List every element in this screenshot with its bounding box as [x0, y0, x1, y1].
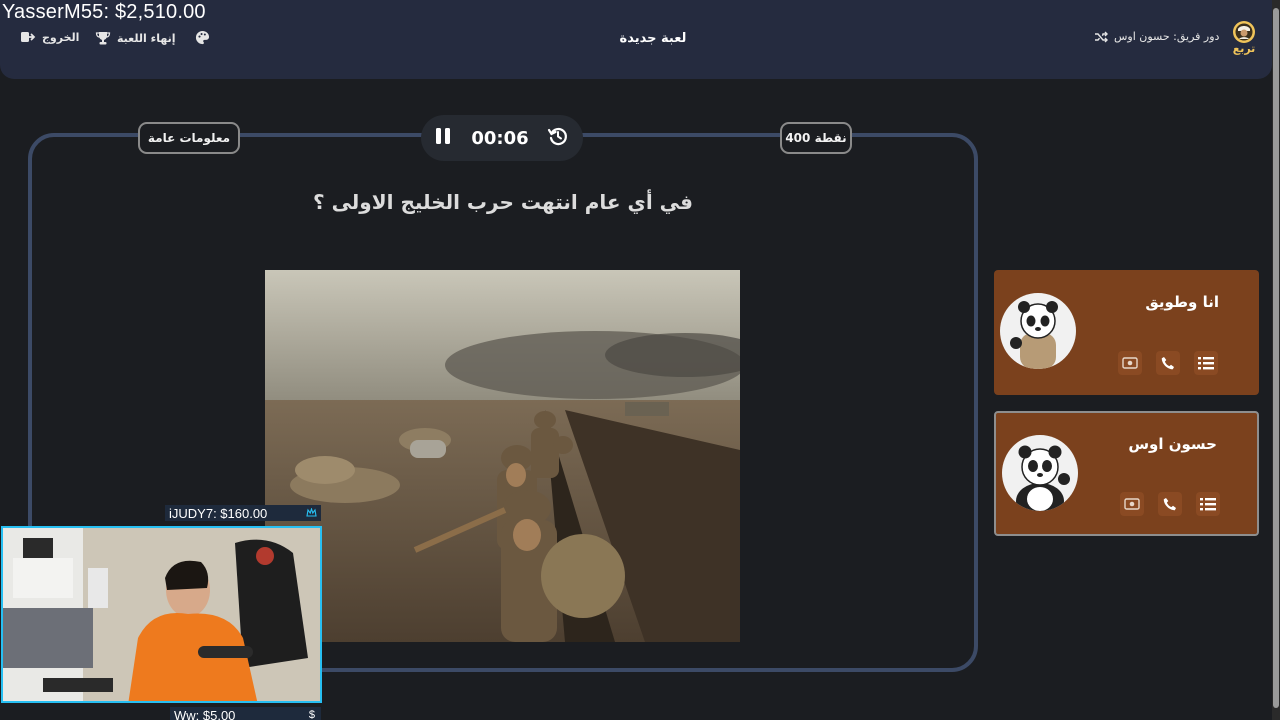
donation-bottom-text: Ww: $5.00 — [174, 707, 236, 720]
team-1-name: انا وطويق — [1145, 293, 1219, 311]
team-2-tools — [1120, 492, 1220, 516]
team-1-list-tool[interactable] — [1194, 351, 1218, 375]
page-title: لعبة جديدة — [619, 31, 687, 46]
phone-icon — [1163, 498, 1176, 511]
team-1-call-tool[interactable] — [1156, 351, 1180, 375]
swap-icon — [1124, 498, 1140, 510]
team-card-2[interactable]: حسون اوس — [994, 411, 1259, 536]
page-scrollbar[interactable] — [1272, 0, 1280, 720]
points-badge: 400 نقطة — [780, 122, 852, 154]
app-logo[interactable]: تربع — [1229, 18, 1259, 60]
donation-label-bottom: Ww: $5.00 $ — [170, 707, 321, 720]
history-icon — [547, 127, 567, 146]
question-image — [265, 270, 740, 642]
team-2-swap-tool[interactable] — [1120, 492, 1144, 516]
donation-label-small: iJUDY7: $160.00 — [165, 505, 321, 521]
team-1-avatar — [1000, 293, 1076, 369]
timer: 00:06 — [421, 115, 583, 161]
category-badge: معلومات عامة — [138, 122, 240, 154]
team-2-list-tool[interactable] — [1196, 492, 1220, 516]
team-1-swap-tool[interactable] — [1118, 351, 1142, 375]
swap-icon — [1122, 357, 1138, 369]
phone-icon — [1161, 357, 1174, 370]
top-bar: YasserM55: $2,510.00 الخروج إنهاء اللعبة… — [0, 0, 1272, 79]
team-1-tools — [1118, 351, 1218, 375]
top-donation-overlay: YasserM55: $2,510.00 — [2, 1, 206, 23]
reset-timer-button[interactable] — [547, 125, 569, 151]
shuffle-icon — [1094, 31, 1108, 43]
timer-value: 00:06 — [471, 127, 529, 149]
team-2-avatar — [1002, 435, 1078, 511]
team-2-call-tool[interactable] — [1158, 492, 1182, 516]
dollar-icon: $ — [308, 709, 315, 720]
team-card-1[interactable]: انا وطويق — [994, 270, 1259, 395]
list-icon — [1200, 498, 1216, 511]
turn-indicator: دور فريق: حسون اوس — [1094, 30, 1219, 43]
question-text: في أي عام انتهت حرب الخليج الاولى ؟ — [313, 190, 693, 214]
pause-icon — [436, 128, 450, 144]
list-icon — [1198, 357, 1214, 370]
donation-small-text: iJUDY7: $160.00 — [169, 505, 268, 521]
team-2-name: حسون اوس — [1128, 435, 1217, 453]
turn-label: دور فريق: حسون اوس — [1114, 30, 1220, 43]
webcam-overlay — [1, 526, 322, 703]
logo-text: تربع — [1232, 42, 1256, 55]
crown-icon — [306, 506, 317, 521]
pause-button[interactable] — [433, 126, 453, 150]
scrollbar-thumb[interactable] — [1273, 8, 1279, 708]
